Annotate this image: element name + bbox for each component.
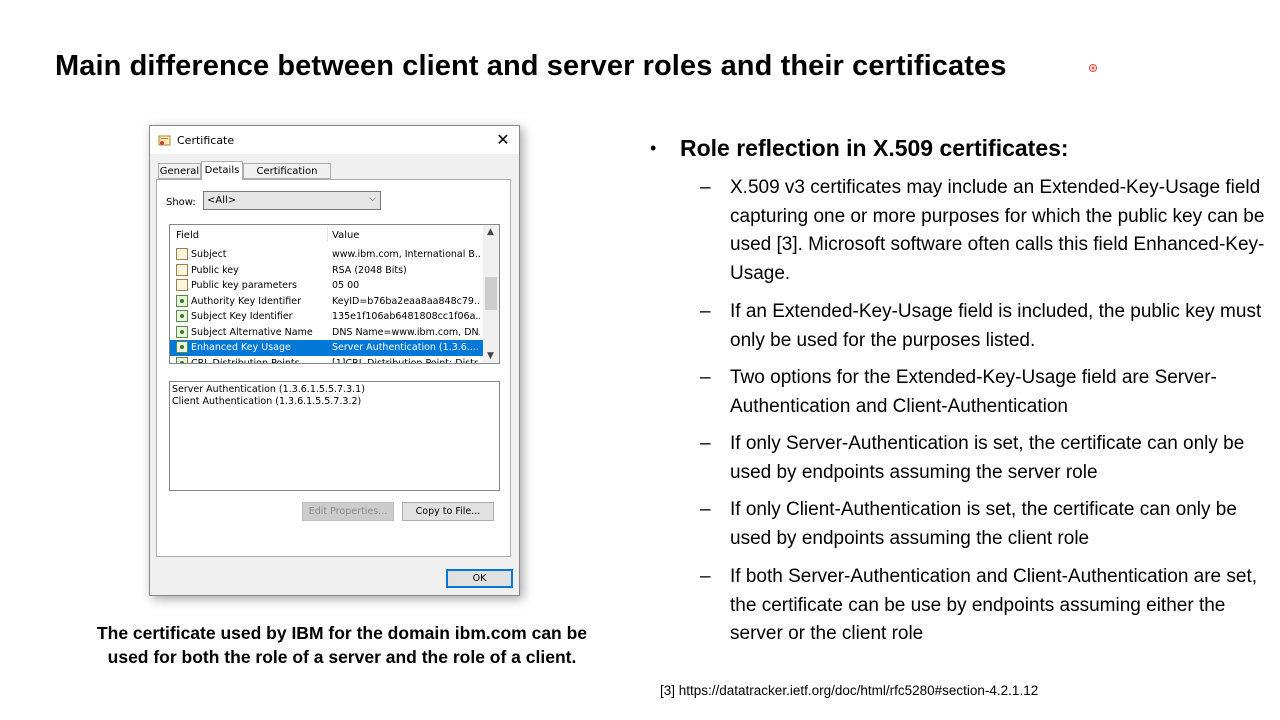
detail-line: Client Authentication (1.3.6.1.5.5.7.3.2…: [172, 396, 362, 407]
field-rows: Subject www.ibm.com, International B... Pu…: [170, 247, 483, 364]
certificate-icon: [158, 135, 171, 146]
dialog-titlebar[interactable]: Certificate ✕: [150, 126, 519, 154]
caption-line: The certificate used by IBM for the doma…: [96, 623, 588, 643]
details-panel: Show: <All> ⌵ Field Value Subject www.ibm…: [156, 179, 511, 557]
sub-bullet-text: Two options for the Extended-Key-Usage f…: [730, 367, 1217, 417]
field-value: [1]CRL Distribution Point: Distr...: [332, 357, 480, 364]
field-list-scrollbar[interactable]: ▲ ▼: [483, 225, 499, 363]
field-name: Authority Key Identifier: [191, 295, 302, 307]
field-row[interactable]: CRL Distribution Points [1]CRL Distributi…: [170, 356, 483, 364]
copy-to-file-button[interactable]: Copy to File...: [402, 502, 494, 521]
certificate-field-icon: [176, 263, 188, 276]
laser-pointer-dot: [1089, 64, 1097, 72]
bullet-dot: •: [650, 138, 657, 158]
field-value: 135e1f106ab6481808cc1f06a...: [332, 311, 480, 322]
ok-button[interactable]: OK: [446, 569, 513, 588]
reference-footnote: [3] https://datatracker.ietf.org/doc/htm…: [660, 683, 1039, 698]
main-bullet-heading: Role reflection in X.509 certificates:: [680, 135, 1069, 161]
field-row[interactable]: Subject Key Identifier 135e1f106ab6481808…: [170, 309, 483, 325]
dash-glyph: –: [700, 367, 711, 388]
column-divider[interactable]: [327, 227, 328, 242]
edit-properties-button[interactable]: Edit Properties...: [302, 502, 394, 521]
field-row[interactable]: Authority Key Identifier KeyID=b76ba2eaa8…: [170, 294, 483, 310]
field-value: DNS Name=www.ibm.com, DN...: [332, 326, 480, 338]
field-row[interactable]: Public key RSA (2048 Bits): [170, 263, 483, 279]
field-value: RSA (2048 Bits): [332, 264, 407, 276]
dash-glyph: –: [700, 301, 711, 322]
field-row[interactable]: Subject www.ibm.com, International B...: [170, 247, 483, 263]
sub-bullet-text: If only Server-Authentication is set, th…: [730, 433, 1245, 483]
dash-glyph: –: [700, 433, 711, 454]
column-header-field[interactable]: Field: [176, 230, 199, 241]
tab-general[interactable]: General: [158, 163, 201, 179]
certificate-dialog: Certificate ✕ General Details Certificat…: [149, 125, 520, 596]
tab-details[interactable]: Details: [201, 161, 243, 180]
field-name: Subject Alternative Name: [191, 326, 313, 338]
extension-icon: [176, 341, 188, 353]
caption-line: used for both the role of a server and t…: [107, 647, 577, 667]
dash-glyph: –: [700, 177, 711, 198]
slide-title: Main difference between client and serve…: [55, 50, 1007, 82]
show-label: Show:: [166, 197, 196, 208]
field-row[interactable]: Public key parameters 05 00: [170, 278, 483, 294]
field-value: 05 00: [332, 280, 360, 291]
extension-icon: [176, 325, 188, 338]
extension-icon: [176, 294, 188, 307]
scrollbar-thumb[interactable]: [485, 277, 497, 310]
field-name: Enhanced Key Usage: [191, 342, 291, 353]
extension-icon: [176, 310, 188, 322]
field-name: Subject Key Identifier: [191, 311, 293, 322]
dash-glyph: –: [700, 566, 711, 587]
tab-certification-path[interactable]: Certification Path: [243, 163, 331, 193]
scroll-up-icon[interactable]: ▲: [487, 227, 494, 237]
field-list[interactable]: Field Value Subject www.ibm.com, Internat…: [169, 224, 500, 364]
field-row[interactable]: Enhanced Key Usage Server Authentication …: [170, 340, 483, 356]
field-value: Server Authentication (1.3.6....: [332, 342, 479, 353]
show-dropdown[interactable]: <All> ⌵: [203, 191, 381, 210]
detail-line: Server Authentication (1.3.6.1.5.5.7.3.1…: [172, 384, 365, 395]
field-detail-box[interactable]: Server Authentication (1.3.6.1.5.5.7.3.1…: [169, 381, 500, 491]
field-name: Subject: [191, 249, 227, 260]
scroll-down-icon[interactable]: ▼: [487, 351, 494, 361]
field-row[interactable]: Subject Alternative Name DNS Name=www.ibm…: [170, 325, 483, 341]
certificate-field-icon: [176, 279, 188, 291]
extension-icon: [176, 356, 188, 363]
sub-bullet-text: If an Extended-Key-Usage field is includ…: [730, 301, 1262, 351]
close-icon[interactable]: ✕: [493, 130, 513, 150]
field-list-header: Field Value: [170, 225, 483, 243]
column-header-value[interactable]: Value: [332, 230, 359, 241]
field-value: KeyID=b76ba2eaa8aa848c79...: [332, 295, 480, 307]
show-dropdown-value: <All>: [207, 195, 237, 206]
field-name: Public key parameters: [191, 280, 297, 291]
sub-bullet-text: If only Client-Authentication is set, th…: [730, 499, 1237, 549]
field-name: Public key: [191, 264, 239, 276]
figure-caption: The certificate used by IBM for the doma…: [62, 621, 622, 669]
chevron-down-icon: ⌵: [369, 194, 376, 204]
certificate-field-icon: [176, 248, 188, 260]
field-value: www.ibm.com, International B...: [332, 249, 480, 260]
dialog-title: Certificate: [177, 134, 235, 147]
field-name: CRL Distribution Points: [191, 357, 300, 364]
sub-bullet-text: X.509 v3 certificates may include an Ext…: [730, 177, 1265, 285]
dash-glyph: –: [700, 499, 711, 520]
sub-bullet-text: If both Server-Authentication and Client…: [730, 566, 1258, 645]
